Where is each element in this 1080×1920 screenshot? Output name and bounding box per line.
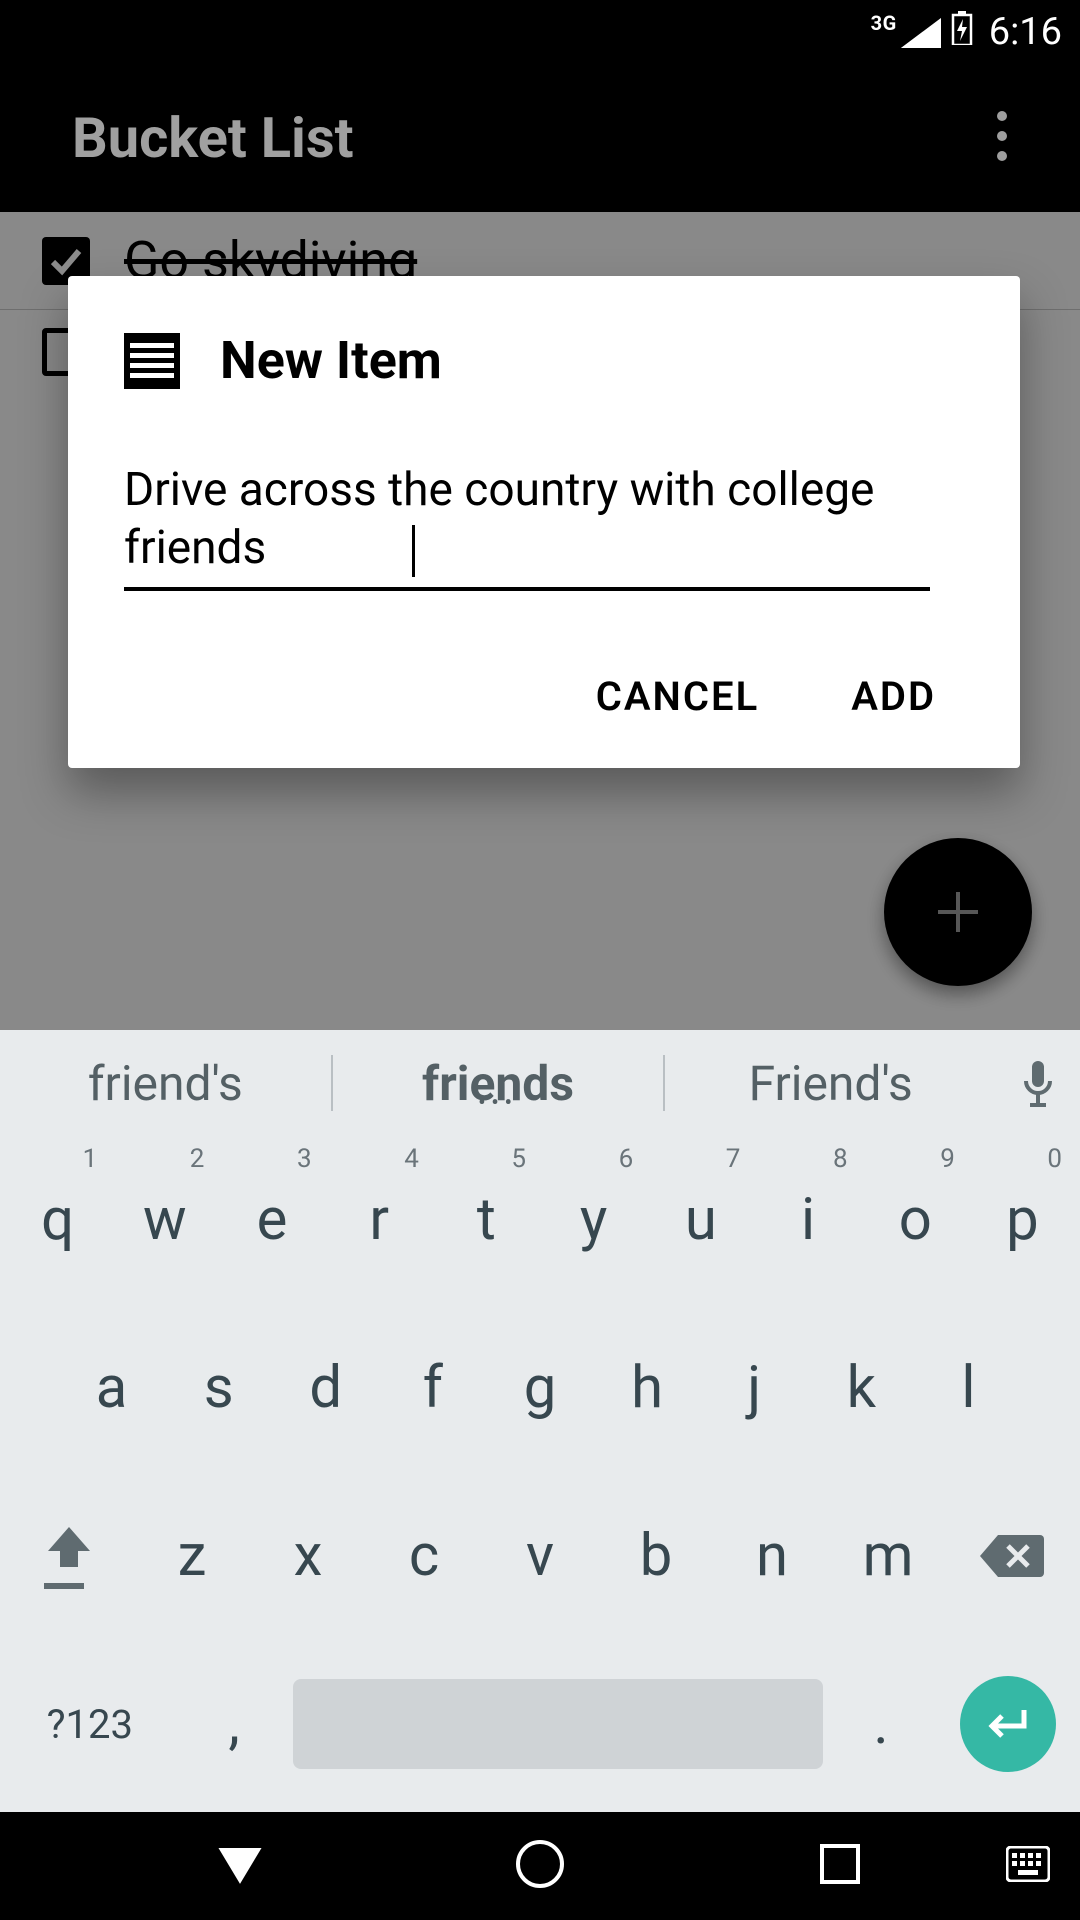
comma-key[interactable]: , <box>176 1690 293 1758</box>
shift-key[interactable] <box>4 1472 134 1640</box>
key-g[interactable]: g <box>486 1304 593 1472</box>
keyboard-rows: q1 w2 e3 r4 t5 y6 u7 i8 o9 p0 a s d f g … <box>0 1136 1080 1808</box>
key-i[interactable]: i8 <box>754 1136 861 1304</box>
key-j[interactable]: j <box>701 1304 808 1472</box>
overflow-menu-button[interactable] <box>996 110 1008 166</box>
key-f[interactable]: f <box>379 1304 486 1472</box>
recents-button[interactable] <box>812 1836 868 1896</box>
key-o[interactable]: o9 <box>862 1136 969 1304</box>
key-e[interactable]: e3 <box>218 1136 325 1304</box>
space-key[interactable] <box>293 1679 823 1769</box>
nav-bar <box>0 1812 1080 1920</box>
key-w[interactable]: w2 <box>111 1136 218 1304</box>
keyboard-row: a s d f g h j k l <box>4 1304 1076 1472</box>
item-input[interactable]: Drive across the country with college fr… <box>124 461 930 591</box>
suggestion-bar: friend's friends ••• Friend's <box>0 1030 1080 1136</box>
signal-icon <box>901 17 941 47</box>
backspace-key[interactable] <box>946 1472 1076 1640</box>
key-s[interactable]: s <box>165 1304 272 1472</box>
battery-charging-icon <box>951 11 973 54</box>
clock-time: 6:16 <box>989 10 1062 54</box>
dialog-title: New Item <box>220 330 442 391</box>
text-caret <box>412 525 415 577</box>
dialog-header: New Item <box>124 330 964 391</box>
key-k[interactable]: k <box>808 1304 915 1472</box>
keyboard-row: q1 w2 e3 r4 t5 y6 u7 i8 o9 p0 <box>4 1136 1076 1304</box>
enter-icon <box>960 1676 1056 1772</box>
suggestion[interactable]: friends ••• <box>333 1055 664 1112</box>
key-u[interactable]: u7 <box>647 1136 754 1304</box>
screen: 3G 6:16 Bucket List Go skydiving <box>0 0 1080 1920</box>
list-icon <box>124 333 180 389</box>
key-h[interactable]: h <box>594 1304 701 1472</box>
item-input-wrap: Drive across the country with college fr… <box>124 461 964 591</box>
key-l[interactable]: l <box>915 1304 1022 1472</box>
suggestion[interactable]: Friend's <box>665 1055 996 1112</box>
status-bar: 3G 6:16 <box>0 0 1080 64</box>
new-item-dialog: New Item Drive across the country with c… <box>68 276 1020 768</box>
voice-input-button[interactable] <box>996 1059 1080 1107</box>
key-v[interactable]: v <box>482 1472 598 1640</box>
key-b[interactable]: b <box>598 1472 714 1640</box>
app-bar: Bucket List <box>0 64 1080 212</box>
dialog-actions: CANCEL ADD <box>124 653 964 740</box>
key-c[interactable]: c <box>366 1472 482 1640</box>
key-y[interactable]: y6 <box>540 1136 647 1304</box>
more-suggestions-icon: ••• <box>333 1090 664 1114</box>
home-button[interactable] <box>512 1836 568 1896</box>
ime-switch-icon[interactable] <box>1006 1846 1050 1886</box>
key-r[interactable]: r4 <box>326 1136 433 1304</box>
key-q[interactable]: q1 <box>4 1136 111 1304</box>
keyboard-row: z x c v b n m <box>4 1472 1076 1640</box>
back-button[interactable] <box>212 1836 268 1896</box>
network-type-label: 3G <box>871 11 897 35</box>
key-p[interactable]: p0 <box>969 1136 1076 1304</box>
add-button[interactable]: ADD <box>847 653 940 740</box>
key-a[interactable]: a <box>58 1304 165 1472</box>
enter-key[interactable] <box>940 1676 1076 1772</box>
key-z[interactable]: z <box>134 1472 250 1640</box>
page-title: Bucket List <box>72 105 354 171</box>
suggestion[interactable]: friend's <box>0 1055 331 1112</box>
symbols-key[interactable]: ?123 <box>4 1701 176 1748</box>
key-m[interactable]: m <box>830 1472 946 1640</box>
key-t[interactable]: t5 <box>433 1136 540 1304</box>
cancel-button[interactable]: CANCEL <box>592 653 763 740</box>
key-n[interactable]: n <box>714 1472 830 1640</box>
soft-keyboard: friend's friends ••• Friend's q1 w2 e3 r… <box>0 1030 1080 1812</box>
keyboard-bottom-row: ?123 , . <box>4 1640 1076 1808</box>
key-x[interactable]: x <box>250 1472 366 1640</box>
period-key[interactable]: . <box>823 1690 940 1758</box>
key-d[interactable]: d <box>272 1304 379 1472</box>
